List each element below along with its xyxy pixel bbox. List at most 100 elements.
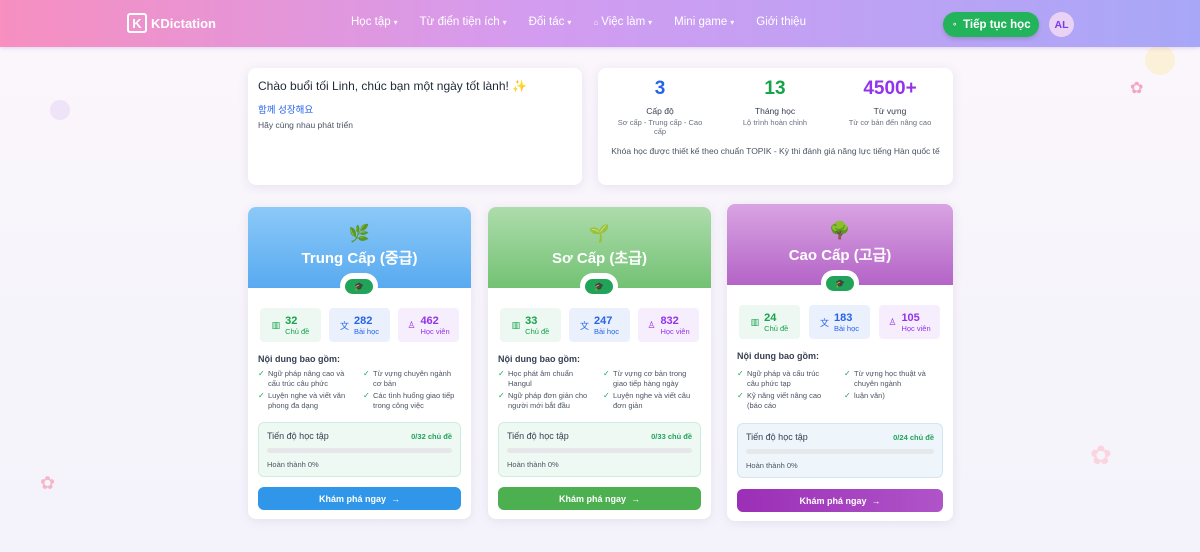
progress-count: 0/32 chủ đề xyxy=(411,432,452,441)
stat-value: 462 xyxy=(420,314,439,327)
nav-item-label: Việc làm xyxy=(601,16,646,28)
explore-button[interactable]: Khám phá ngay → xyxy=(258,487,461,510)
progress-done: Hoàn thành 0% xyxy=(746,461,798,470)
feature-item: ✓ Ngữ pháp và cấu trúc câu phức tạp xyxy=(737,369,833,389)
feature-item: ✓ Luyện nghe và viết câu đơn giản xyxy=(603,391,699,411)
check-icon: ✓ xyxy=(498,369,505,378)
graduation-cap-icon: 🎓 xyxy=(826,275,854,291)
progress-bar xyxy=(507,448,692,453)
translate-icon: 文 xyxy=(819,317,829,328)
progress-bar xyxy=(267,448,452,453)
nav-item-doi-tac[interactable]: Đối tác ▾ xyxy=(529,16,572,28)
arrow-right-icon: → xyxy=(391,493,400,504)
book-icon: ▥ xyxy=(271,319,281,330)
translate-icon: 文 xyxy=(579,320,589,331)
check-icon: ✓ xyxy=(844,391,851,400)
continue-learning-button[interactable]: ⚬ Tiếp tục học xyxy=(943,12,1039,37)
nav-item-label: Từ điển tiện ích xyxy=(419,16,500,28)
level-card-intermediate: 🌿 Trung Cấp (중급) 🎓 ▥ 32 Chủ đề 文 282 Bài h… xyxy=(248,207,471,519)
feature-item: ✓ Các tình huống giao tiếp trong công việ… xyxy=(363,391,459,411)
level-card-advanced: 🌳 Cao Cấp (고급) 🎓 ▥ 24 Chủ đề 文 183 Bài học… xyxy=(727,204,953,521)
tree-icon: 🌳 xyxy=(829,221,851,240)
stat-lessons: 文 183 Bài học xyxy=(809,305,870,339)
avatar[interactable]: AL xyxy=(1049,12,1074,37)
feature-text: Ngữ pháp và cấu trúc câu phức tạp xyxy=(747,369,820,389)
progress-count: 0/33 chủ đề xyxy=(651,432,692,441)
check-icon: ✓ xyxy=(603,369,610,378)
stat-levels: 3 Cấp độ Sơ cấp - Trung cấp - Cao cấp xyxy=(605,78,715,137)
progress-panel: Tiến độ học tập 0/24 chủ đề Hoàn thành 0… xyxy=(737,423,943,478)
graduation-cap-icon: 🎓 xyxy=(585,278,613,294)
leaf-icon: 🌿 xyxy=(348,224,371,243)
stat-value: 3 xyxy=(654,78,666,99)
briefcase-icon: ⌂ xyxy=(593,17,599,27)
nav-item-label: Đối tác xyxy=(528,16,565,28)
nav-item-tu-dien[interactable]: Từ điển tiện ích ▾ xyxy=(420,16,507,28)
top-navbar: K KDictation Học tập ▾ Từ điển tiện ích ▾ … xyxy=(0,0,1200,47)
stat-topics: ▥ 32 Chủ đề xyxy=(260,308,321,342)
feature-item: ✓ Ngữ pháp nâng cao và cấu trúc câu phức xyxy=(258,369,354,389)
feature-text: Luyện nghe và viết văn phong đa dạng xyxy=(268,391,346,411)
nav-item-label: Học tập xyxy=(351,16,391,28)
course-stats-card: 3 Cấp độ Sơ cấp - Trung cấp - Cao cấp 13… xyxy=(598,68,953,185)
stat-desc: Sơ cấp - Trung cấp - Cao cấp xyxy=(617,118,703,137)
progress-bar xyxy=(746,449,934,454)
nav-item-viec-lam[interactable]: ⌂ Việc làm ▾ xyxy=(593,16,652,28)
level-card-beginner: 🌱 Sơ Cấp (초급) 🎓 ▥ 33 Chủ đề 文 247 Bài học … xyxy=(488,207,711,519)
check-icon: ✓ xyxy=(844,369,851,378)
stat-label: Tháng học xyxy=(754,106,796,116)
nav-item-gioi-thieu[interactable]: Giới thiệu xyxy=(756,16,806,28)
explore-button[interactable]: Khám phá ngay → xyxy=(737,489,943,512)
feature-text: Từ vựng cơ bản trong giao tiếp hàng ngày xyxy=(613,369,687,389)
check-icon: ✓ xyxy=(258,369,265,378)
decor-circle xyxy=(1145,45,1175,75)
stat-label: Cấp độ xyxy=(646,106,674,116)
feature-item: ✓ Luyện nghe và viết văn phong đa dạng xyxy=(258,391,354,411)
feature-text: Học phát âm chuẩn Hangul xyxy=(508,369,574,389)
chevron-down-icon: ▾ xyxy=(730,17,735,27)
graduation-cap-icon: 🎓 xyxy=(345,278,373,294)
explore-button[interactable]: Khám phá ngay → xyxy=(498,487,701,510)
chevron-down-icon: ▾ xyxy=(648,17,653,27)
flower-icon: ✿ xyxy=(40,473,56,493)
greeting-title: Chào buổi tối Linh, chúc bạn một ngày tố… xyxy=(258,79,528,93)
progress-count: 0/24 chủ đề xyxy=(893,433,934,442)
arrow-right-icon: → xyxy=(631,493,640,504)
feature-text: Từ vựng học thuật và chuyên ngành xyxy=(854,369,926,389)
nav-item-label: Giới thiệu xyxy=(756,16,806,28)
stat-value: 32 xyxy=(285,314,298,327)
feature-item: ✓ Từ vựng học thuật và chuyên ngành xyxy=(844,369,940,389)
stat-students: ♙ 462 Học viên xyxy=(398,308,459,342)
stat-students: ♙ 105 Học viên xyxy=(879,305,940,339)
feature-item: ✓ luận văn) xyxy=(844,391,940,401)
feature-text: Luyện nghe và viết câu đơn giản xyxy=(613,391,691,411)
stat-vocabulary: 4500+ Từ vựng Từ cơ bản đến nâng cao xyxy=(835,78,945,127)
decor-circle xyxy=(50,100,70,120)
logo[interactable]: K KDictation xyxy=(127,13,216,33)
chevron-down-icon: ▾ xyxy=(393,17,398,27)
includes-title: Nội dung bao gồm: xyxy=(737,351,819,361)
check-icon: ✓ xyxy=(363,391,370,400)
level-badge: 🎓 xyxy=(821,270,859,296)
stat-value: 183 xyxy=(833,311,853,324)
stat-value: 832 xyxy=(660,314,679,327)
progress-panel: Tiến độ học tập 0/32 chủ đề Hoàn thành 0… xyxy=(258,422,461,477)
feature-item: ✓ Từ vựng chuyên ngành cơ bản xyxy=(363,369,459,389)
nav-item-hoc-tap[interactable]: Học tập ▾ xyxy=(351,16,398,28)
seedling-icon: 🌱 xyxy=(588,224,611,243)
stat-value: 24 xyxy=(764,311,777,324)
feature-text: luận văn) xyxy=(854,391,885,400)
nav-item-mini-game[interactable]: Mini game ▾ xyxy=(674,16,734,28)
check-icon: ✓ xyxy=(737,391,744,400)
check-icon: ✓ xyxy=(498,391,505,400)
stats-note: Khóa học được thiết kế theo chuẩn TOPIK … xyxy=(611,146,940,156)
stat-label: Chủ đề xyxy=(285,326,310,336)
stat-label: Từ vựng xyxy=(873,106,907,116)
check-icon: ✓ xyxy=(737,369,744,378)
chevron-down-icon: ▾ xyxy=(567,17,572,27)
feature-text: Ngữ pháp đơn giản cho người mới bắt đầu xyxy=(508,391,588,411)
translate-icon: 文 xyxy=(339,320,349,331)
continue-learning-label: Tiếp tục học xyxy=(963,18,1031,31)
stat-value: 33 xyxy=(525,314,538,327)
arrow-right-icon: → xyxy=(871,495,881,506)
